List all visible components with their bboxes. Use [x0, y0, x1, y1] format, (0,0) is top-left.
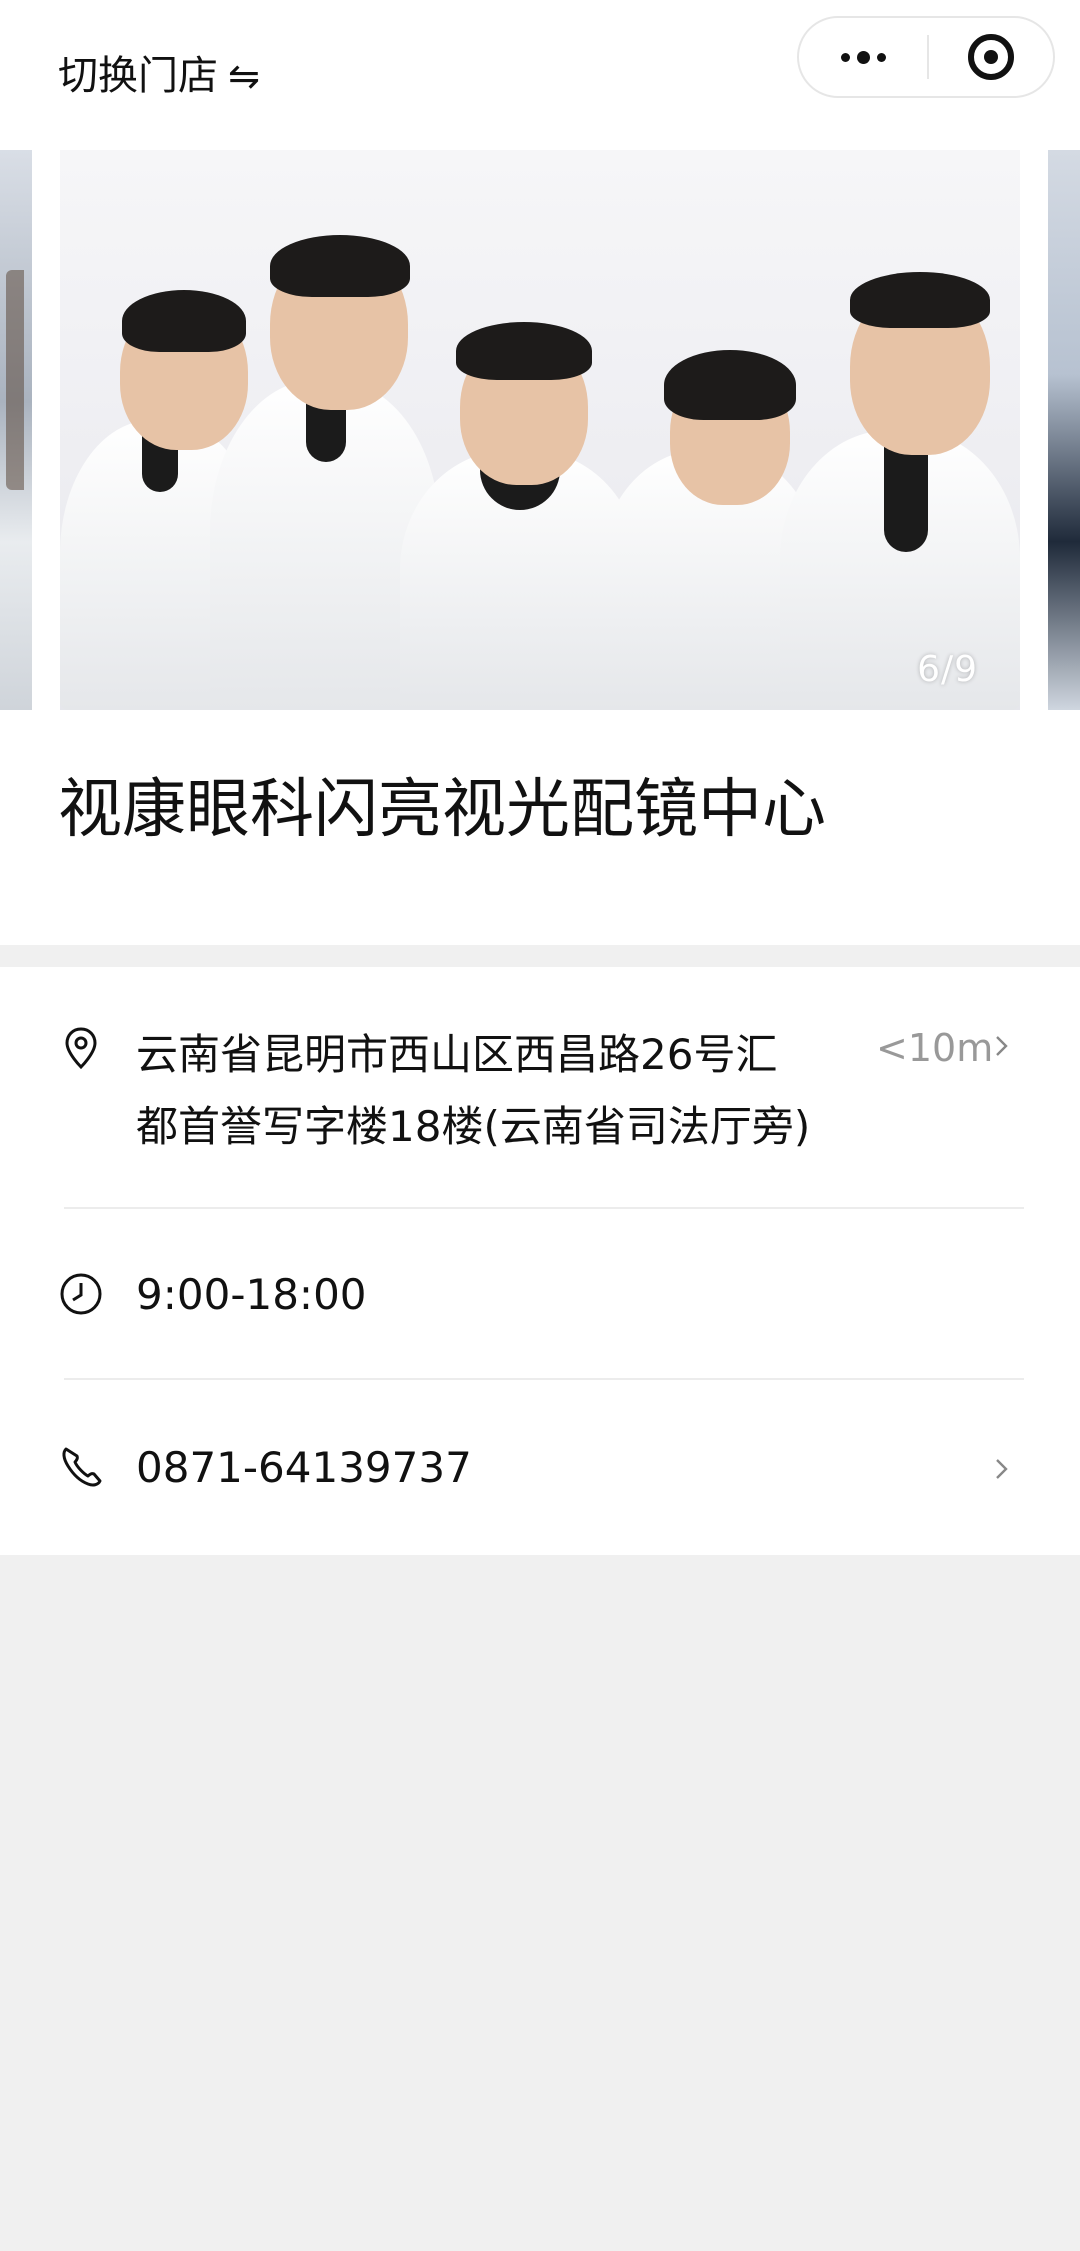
close-target-icon: [968, 34, 1014, 80]
navigation-bar: 切换门店 ⇋: [0, 0, 1080, 150]
miniprogram-capsule: [797, 16, 1055, 98]
switch-store-button[interactable]: 切换门店 ⇋: [58, 48, 260, 104]
address-line-1: 云南省昆明市西山区西昌路26号汇: [136, 1030, 778, 1079]
swap-icon: ⇋: [228, 54, 260, 98]
slide-counter: 6/9: [917, 649, 978, 690]
photo-doctor-figure: [780, 150, 1020, 710]
phone-icon: [62, 1447, 102, 1487]
location-pin-icon: [65, 1027, 97, 1070]
next-slide-peek[interactable]: [1048, 150, 1080, 710]
chevron-right-icon: [996, 1459, 1008, 1479]
chevron-right-icon: [996, 1036, 1008, 1056]
carousel-slide-photo[interactable]: 6/9: [60, 150, 1020, 710]
distance-label: <10m: [876, 1026, 994, 1070]
business-hours: 9:00-18:00: [136, 1270, 367, 1319]
store-info-card: 云南省昆明市西山区西昌路26号汇 都首誉写字楼18楼(云南省司法厅旁) <10m…: [0, 967, 1080, 1555]
address-row[interactable]: 云南省昆明市西山区西昌路26号汇 都首誉写字楼18楼(云南省司法厅旁) <10m: [0, 967, 1080, 1209]
switch-store-label: 切换门店: [58, 53, 218, 99]
phone-number[interactable]: 0871-64139737: [136, 1434, 472, 1502]
business-hours-row: 9:00-18:00: [0, 1209, 1080, 1379]
store-name-title: 视康眼科闪亮视光配镜中心: [58, 773, 826, 847]
more-menu-button[interactable]: [799, 18, 927, 96]
store-detail-page: 切换门店 ⇋ 6/9 视康眼科闪亮视光配镜中心 云南省昆明市西山区西昌路26号汇…: [0, 0, 1080, 2251]
address-line-2: 都首誉写字楼18楼(云南省司法厅旁): [136, 1102, 811, 1151]
previous-slide-peek[interactable]: [0, 150, 32, 710]
section-divider: [0, 945, 1080, 967]
more-dots-icon: [840, 50, 886, 64]
phone-row[interactable]: 0871-64139737: [0, 1380, 1080, 1555]
store-photo-carousel[interactable]: 6/9: [0, 150, 1080, 710]
store-header-section: 切换门店 ⇋ 6/9 视康眼科闪亮视光配镜中心: [0, 0, 1080, 945]
close-miniprogram-button[interactable]: [929, 18, 1053, 96]
clock-icon: [60, 1273, 102, 1315]
